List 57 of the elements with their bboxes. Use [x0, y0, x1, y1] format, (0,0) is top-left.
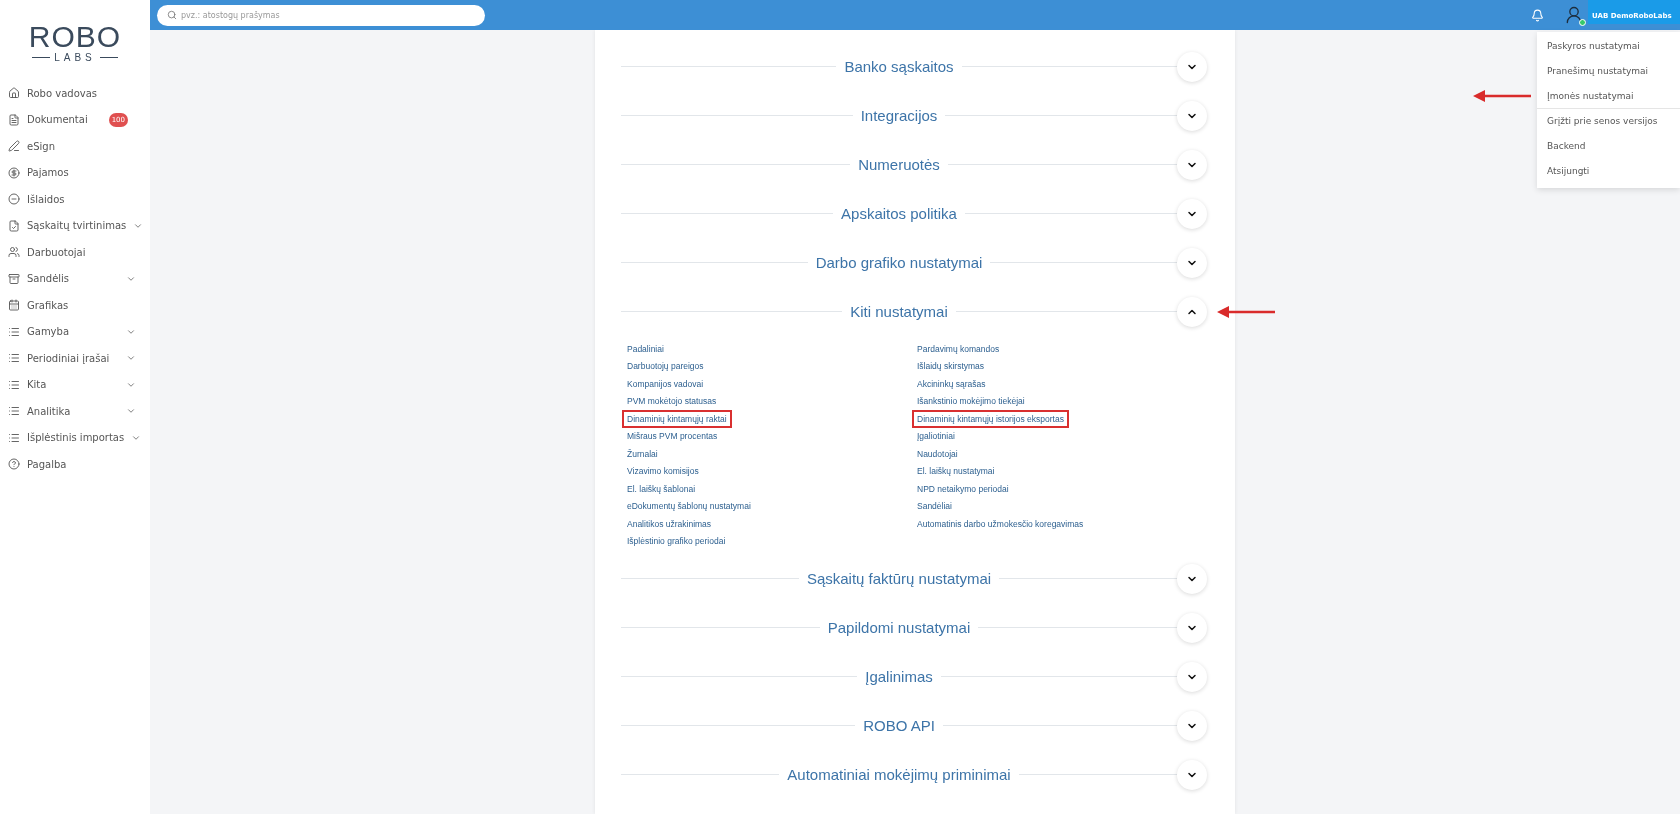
section-title: Apskaitos politika [840, 205, 958, 222]
settings-link[interactable]: Įgaliotiniai [914, 429, 958, 444]
section-title: Darbo grafiko nustatymai [814, 254, 984, 271]
settings-link[interactable]: El. laiškų šablonai [624, 481, 699, 496]
section-title: Sąskaitų faktūrų nustatymai [805, 570, 993, 587]
sidebar-item[interactable]: Pagalba [0, 451, 150, 478]
section-title: ROBO API [862, 717, 936, 734]
settings-link[interactable]: Kompanijos vadovai [624, 376, 707, 391]
settings-link[interactable]: Išplėstinio grafiko periodai [624, 534, 729, 549]
settings-link[interactable]: PVM mokėtojo statusas [624, 394, 720, 409]
section-title: Banko sąskaitos [843, 58, 955, 75]
settings-link[interactable]: Pardavimų komandos [914, 341, 1003, 356]
settings-link[interactable]: NPD netaikymo periodai [914, 481, 1012, 496]
menu-item[interactable]: Įmonės nustatymai [1537, 84, 1680, 109]
sidebar-item[interactable]: Išplėstinis importas [0, 424, 150, 451]
logo-subtitle: LABS [32, 51, 118, 63]
section-title: Papildomi nustatymai [826, 619, 972, 636]
settings-link[interactable]: Analitikos užrakinimas [624, 516, 715, 531]
settings-link[interactable]: Akcininkų sąrašas [914, 376, 989, 391]
settings-link[interactable]: Išlaidų skirstymas [914, 359, 988, 374]
search-field[interactable]: pvz.: atostogų prašymas [157, 4, 485, 26]
settings-link[interactable]: Padaliniai [624, 341, 667, 356]
sidebar-item[interactable]: Pajamos [0, 159, 150, 186]
section-title: Numeruotės [857, 156, 941, 173]
settings-link[interactable]: Darbuotojų pareigos [624, 359, 707, 374]
sidebar-item[interactable]: Kita [0, 371, 150, 398]
sidebar-item[interactable]: Robo vadovas [0, 80, 150, 107]
settings-link[interactable]: eDokumentų šablonų nustatymai [624, 499, 754, 514]
section-title: Įgalinimas [864, 668, 934, 685]
sidebar-item[interactable]: Sandėlis [0, 265, 150, 292]
sidebar-item[interactable]: Gamyba [0, 318, 150, 345]
settings-link[interactable]: Automatinis darbo užmokesčio koregavimas [914, 516, 1087, 531]
settings-link[interactable]: Dinaminių kintamųjų raktai [624, 411, 730, 426]
menu-item[interactable]: Pranešimų nustatymai [1537, 59, 1680, 84]
menu-item[interactable]: Paskyros nustatymai [1537, 34, 1680, 59]
menu-item[interactable]: Atsijungti [1537, 159, 1680, 184]
logo-wordmark: ROBO [28, 21, 122, 52]
section-title: Integracijos [859, 107, 939, 124]
settings-link[interactable]: Dinaminių kintamųjų istorijos eksportas [914, 411, 1067, 426]
settings-link[interactable]: El. laiškų nustatymai [914, 464, 998, 479]
sidebar-item[interactable]: eSign [0, 133, 150, 160]
section-title: Kiti nustatymai [849, 303, 949, 320]
settings-link[interactable]: Išankstinio mokėjimo tiekėjai [914, 394, 1028, 409]
sidebar-item[interactable]: Išlaidos [0, 186, 150, 213]
sidebar-item[interactable]: Periodiniai įrašai [0, 345, 150, 372]
settings-link[interactable]: Mišraus PVM procentas [624, 429, 721, 444]
settings-link[interactable]: Žurnalai [624, 446, 661, 461]
sidebar-item[interactable]: Grafikas [0, 292, 150, 319]
menu-item[interactable]: Backend [1537, 134, 1680, 159]
menu-item[interactable]: Grįžti prie senos versijos [1537, 109, 1680, 134]
settings-link[interactable]: Naudotojai [914, 446, 961, 461]
sidebar-item[interactable]: Darbuotojai [0, 239, 150, 266]
settings-link[interactable]: Sandėliai [914, 499, 955, 514]
section-title: Automatiniai mokėjimų priminimai [786, 766, 1012, 783]
sidebar-item[interactable]: Sąskaitų tvirtinimas [0, 212, 150, 239]
sidebar-item[interactable]: Analitika [0, 398, 150, 425]
settings-link[interactable]: Vizavimo komisijos [624, 464, 702, 479]
